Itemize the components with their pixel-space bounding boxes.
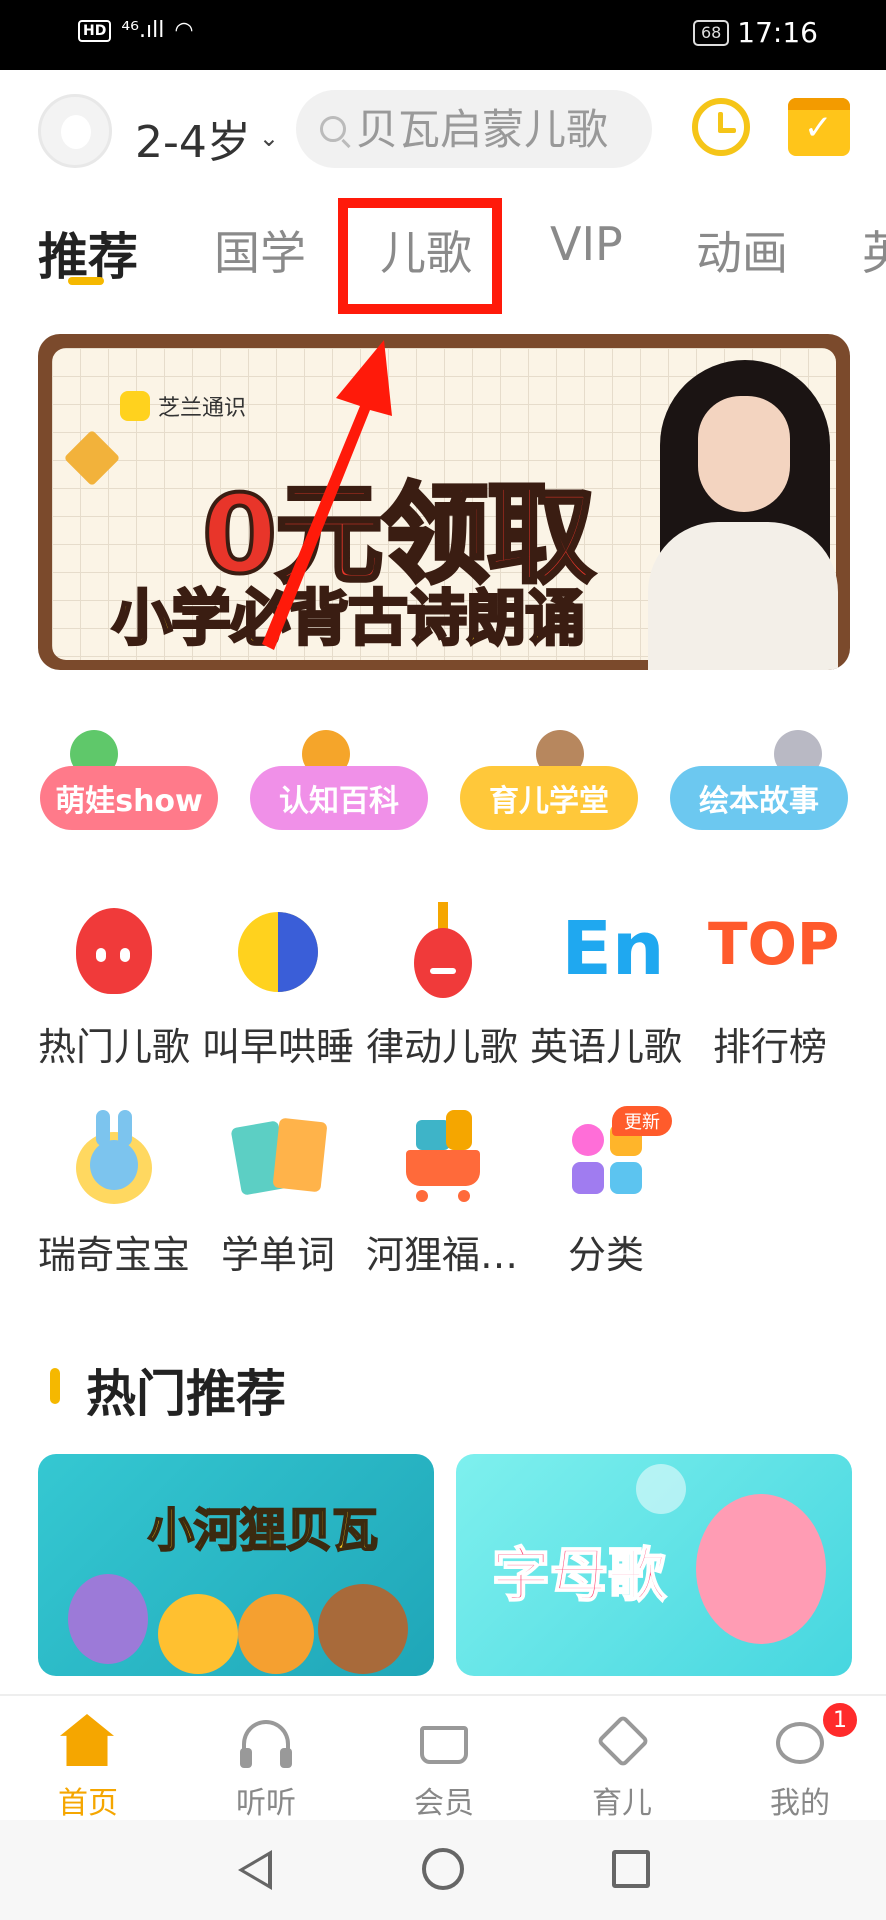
mascot-illustration: [318, 1584, 408, 1674]
age-selector-label: 2-4岁: [135, 117, 251, 168]
active-tab-indicator: [68, 277, 104, 285]
grid-label: 分类: [567, 1233, 644, 1277]
grid-label: 英语儿歌: [529, 1025, 682, 1069]
recommend-card-alphabet[interactable]: 字母歌: [456, 1454, 852, 1676]
nav-label: 我的: [770, 1786, 830, 1821]
nav-home[interactable]: 首页: [28, 1714, 148, 1822]
status-left: HD ⁴⁶.ıll ◠: [78, 18, 194, 43]
annotation-highlight-box: [338, 198, 502, 314]
section-accent-bar: [50, 1368, 60, 1404]
notification-badge: 1: [820, 1700, 860, 1740]
grid-learn-words[interactable]: 学单词: [190, 1110, 366, 1279]
grid-rhythm-songs[interactable]: 律动儿歌: [354, 902, 530, 1071]
pill-cognition[interactable]: 认知百科: [250, 766, 428, 830]
history-clock-icon[interactable]: [692, 98, 750, 156]
sparkle-icon: [63, 429, 121, 487]
status-bar: HD ⁴⁶.ıll ◠ 68 17:16: [0, 0, 886, 70]
play-book-icon: [594, 1714, 650, 1770]
nav-label: 听听: [236, 1786, 296, 1821]
bubble-decoration: [636, 1464, 686, 1514]
grid-ricky-baby[interactable]: 瑞奇宝宝: [26, 1110, 202, 1279]
back-icon[interactable]: [238, 1850, 272, 1890]
system-nav-bar: [0, 1820, 886, 1920]
tab-animation[interactable]: 动画: [696, 217, 788, 283]
nav-label: 会员: [414, 1786, 474, 1821]
search-icon: [320, 116, 346, 142]
bunny-mascot-icon: [66, 1110, 162, 1206]
grid-label: 河狸福…: [365, 1233, 518, 1277]
guitar-icon: [394, 902, 490, 998]
tab-vip[interactable]: VIP: [550, 217, 623, 271]
top-ranking-icon: TOP: [708, 910, 840, 978]
home-icon: [60, 1714, 116, 1770]
grid-label: 叫早哄睡: [201, 1025, 354, 1069]
signal-icon: ⁴⁶.ıll: [121, 18, 165, 43]
update-badge: 更新: [612, 1106, 672, 1136]
moon-sun-icon: [230, 902, 326, 998]
section-title: 热门推荐: [86, 1365, 286, 1423]
flame-icon: [66, 902, 162, 998]
pill-picture-books[interactable]: 绘本故事: [670, 766, 848, 830]
battery-icon: 68: [692, 19, 730, 46]
bottom-nav: 首页 听听 会员 育儿 我的: [0, 1694, 886, 1822]
grid-wake-sleep[interactable]: 叫早哄睡: [190, 902, 366, 1071]
nav-parenting[interactable]: 育儿: [562, 1714, 682, 1822]
checkin-calendar-icon[interactable]: [788, 98, 850, 156]
pill-parenting[interactable]: 育儿学堂: [460, 766, 638, 830]
english-en-icon: En: [561, 906, 665, 992]
home-circle-icon[interactable]: [422, 1848, 464, 1890]
card-title: 小河狸贝瓦: [147, 1502, 379, 1558]
top-header: 2-4岁 ⌄: [0, 70, 886, 190]
shopping-cart-icon: [394, 1110, 490, 1206]
wifi-icon: ◠: [174, 18, 194, 43]
promo-banner[interactable]: 芝兰通识 0元领取 小学必背古诗朗诵: [38, 334, 850, 670]
mascot-illustration: [68, 1574, 148, 1664]
status-right: 68 17:16: [692, 16, 818, 49]
headphones-icon: [238, 1714, 294, 1770]
chevron-down-icon: ⌄: [258, 124, 279, 152]
grid-ranking[interactable]: TOP 排行榜: [682, 902, 858, 1071]
recommend-card-beva[interactable]: 小河狸贝瓦: [38, 1454, 434, 1676]
nav-label: 育儿: [592, 1786, 652, 1821]
pill-cute-show[interactable]: 萌娃show: [40, 766, 218, 830]
word-cards-icon: [230, 1110, 328, 1206]
age-selector[interactable]: 2-4岁 ⌄: [135, 106, 279, 170]
grid-beaver-benefits[interactable]: 河狸福…: [354, 1110, 530, 1279]
card-title: 字母歌: [491, 1540, 667, 1610]
mascot-illustration: [238, 1594, 314, 1674]
banner-brand: 芝兰通识: [120, 390, 246, 422]
banner-subline: 小学必背古诗朗诵: [111, 583, 587, 656]
avatar[interactable]: [38, 94, 112, 168]
nav-vip[interactable]: 会员: [384, 1714, 504, 1822]
search-bar[interactable]: [296, 90, 652, 168]
grid-label: 瑞奇宝宝: [37, 1233, 190, 1277]
grid-category[interactable]: 分类: [518, 1110, 694, 1279]
hd-indicator: HD: [78, 19, 112, 42]
status-time: 17:16: [737, 16, 818, 49]
tab-guoxue[interactable]: 国学: [214, 217, 306, 283]
recent-apps-icon[interactable]: [612, 1850, 650, 1888]
nav-label: 首页: [58, 1786, 118, 1821]
brand-logo-icon: [120, 391, 150, 421]
grid-hot-songs[interactable]: 热门儿歌: [26, 902, 202, 1071]
banner-background: 芝兰通识 0元领取 小学必背古诗朗诵: [52, 348, 838, 670]
mascot-illustration: [158, 1594, 238, 1674]
grid-label: 学单词: [220, 1233, 335, 1277]
search-input[interactable]: [356, 104, 636, 154]
presenter-photo: [640, 352, 840, 670]
brand-name: 芝兰通识: [158, 396, 247, 421]
grid-label: 律动儿歌: [365, 1025, 518, 1069]
grid-label: 热门儿歌: [37, 1025, 190, 1069]
grid-label: 排行榜: [712, 1025, 827, 1069]
crown-icon: [416, 1714, 472, 1770]
grid-english-songs[interactable]: En 英语儿歌: [518, 902, 694, 1071]
tab-overflow[interactable]: 英: [862, 217, 886, 283]
nav-listen[interactable]: 听听: [206, 1714, 326, 1822]
mascot-illustration: [696, 1494, 826, 1644]
